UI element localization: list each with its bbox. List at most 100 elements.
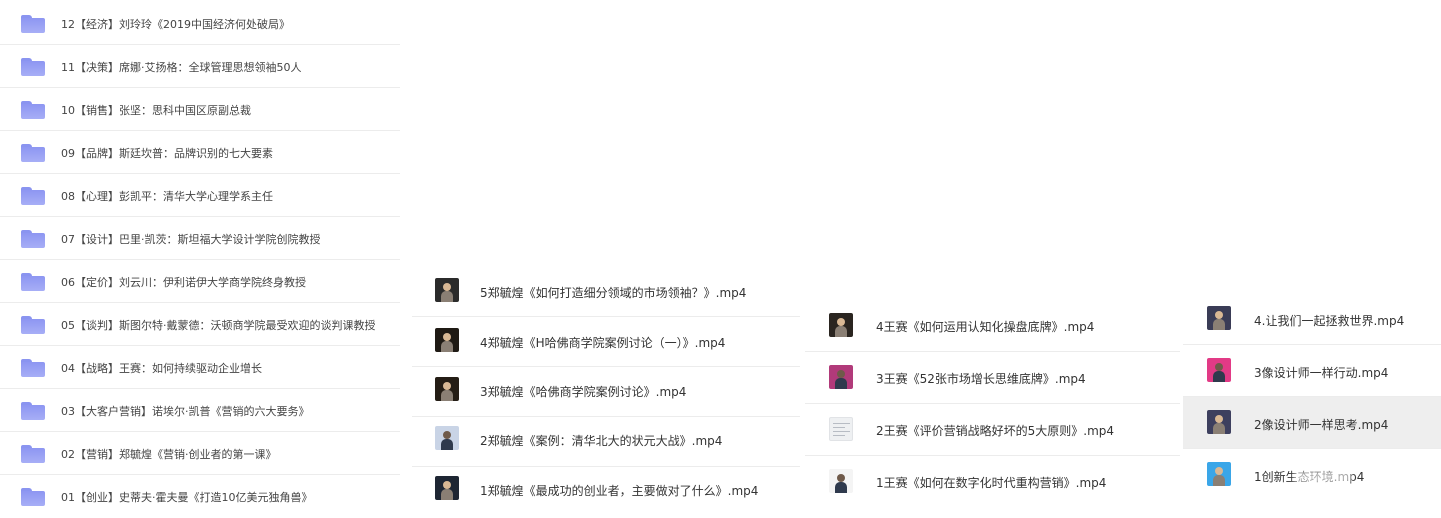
folder-label: 01【创业】史蒂夫·霍夫曼《打造10亿美元独角兽》 bbox=[61, 491, 313, 504]
video-file-item[interactable]: 3王赛《52张市场增长思维底牌》.mp4 bbox=[805, 352, 1180, 404]
file-name: 3王赛《52张市场增长思维底牌》.mp4 bbox=[876, 372, 1086, 386]
folder-icon bbox=[21, 445, 45, 463]
thumbnail-figure-head bbox=[1215, 363, 1223, 371]
file-name: 1郑毓煌《最成功的创业者，主要做对了什么》.mp4 bbox=[480, 484, 759, 498]
folder-item[interactable]: 09【品牌】斯廷坎普：品牌识别的七大要素 bbox=[0, 131, 400, 174]
thumbnail-figure-body bbox=[1213, 475, 1225, 486]
video-thumbnail-icon bbox=[829, 469, 853, 493]
thumbnail-figure-head bbox=[1215, 311, 1223, 319]
thumbnail-figure-head bbox=[1215, 467, 1223, 475]
thumbnail-figure-head bbox=[443, 333, 451, 341]
video-thumbnail-icon bbox=[435, 328, 459, 352]
folder-label: 10【销售】张坚：思科中国区原副总裁 bbox=[61, 104, 251, 117]
file-name: 3郑毓煌《哈佛商学院案例讨论》.mp4 bbox=[480, 385, 687, 399]
thumbnail-figure-head bbox=[443, 382, 451, 390]
thumbnail-figure-body bbox=[835, 378, 847, 389]
folder-icon bbox=[21, 359, 45, 377]
file-name: 1王赛《如何在数字化时代重构营销》.mp4 bbox=[876, 476, 1107, 490]
thumbnail-figure-head bbox=[837, 474, 845, 482]
video-file-item[interactable]: 4王赛《如何运用认知化操盘底牌》.mp4 bbox=[805, 300, 1180, 352]
folder-label: 06【定价】刘云川：伊利诺伊大学商学院终身教授 bbox=[61, 276, 306, 289]
folder-label: 07【设计】巴里·凯茨：斯坦福大学设计学院创院教授 bbox=[61, 233, 321, 246]
folder-item[interactable]: 10【销售】张坚：思科中国区原副总裁 bbox=[0, 88, 400, 131]
video-thumbnail-icon bbox=[1207, 358, 1231, 382]
video-thumbnail-icon bbox=[1207, 410, 1231, 434]
video-file-item[interactable]: 2王赛《评价营销战略好坏的5大原则》.mp4 bbox=[805, 404, 1180, 456]
folder-label: 03【大客户营销】诺埃尔·凯普《营销的六大要务》 bbox=[61, 405, 310, 418]
folder-item[interactable]: 01【创业】史蒂夫·霍夫曼《打造10亿美元独角兽》 bbox=[0, 475, 400, 518]
thumbnail-figure-body bbox=[1213, 319, 1225, 330]
thumbnail-figure-body bbox=[441, 439, 453, 450]
folder-item[interactable]: 12【经济】刘玲玲《2019中国经济何处破局》 bbox=[0, 2, 400, 45]
video-file-item[interactable]: 5郑毓煌《如何打造细分领域的市场领袖？》.mp4 bbox=[412, 265, 800, 317]
file-name: 3像设计师一样行动.mp4 bbox=[1254, 366, 1389, 380]
video-file-item[interactable]: 4.让我们一起拯救世界.mp4 bbox=[1183, 293, 1441, 345]
file-name: 2王赛《评价营销战略好坏的5大原则》.mp4 bbox=[876, 424, 1115, 438]
thumbnail-figure-body bbox=[1213, 371, 1225, 382]
video-thumbnail-icon bbox=[435, 426, 459, 450]
video-file-item[interactable]: 2郑毓煌《案例：清华北大的状元大战》.mp4 bbox=[412, 415, 800, 467]
thumbnail-figure-head bbox=[443, 431, 451, 439]
folder-label: 11【决策】席娜·艾扬格：全球管理思想领袖50人 bbox=[61, 61, 302, 74]
video-file-item[interactable]: 1郑毓煌《最成功的创业者，主要做对了什么》.mp4 bbox=[412, 465, 800, 517]
video-thumbnail-icon bbox=[435, 278, 459, 302]
folder-label: 04【战略】王赛：如何持续驱动企业增长 bbox=[61, 362, 262, 375]
folder-label: 12【经济】刘玲玲《2019中国经济何处破局》 bbox=[61, 18, 290, 31]
video-file-item[interactable]: 3像设计师一样行动.mp4 bbox=[1183, 345, 1441, 397]
thumbnail-figure-body bbox=[441, 291, 453, 302]
folder-item[interactable]: 06【定价】刘云川：伊利诺伊大学商学院终身教授 bbox=[0, 260, 400, 303]
file-name: 4郑毓煌《H哈佛商学院案例讨论（一）》.mp4 bbox=[480, 336, 726, 350]
thumbnail-figure-body bbox=[835, 326, 847, 337]
thumbnail-figure-body bbox=[441, 390, 453, 401]
thumbnail-figure-body bbox=[441, 341, 453, 352]
thumbnail-figure-head bbox=[837, 318, 845, 326]
video-file-item[interactable]: 3郑毓煌《哈佛商学院案例讨论》.mp4 bbox=[412, 365, 800, 417]
video-thumbnail-icon bbox=[435, 377, 459, 401]
folder-item[interactable]: 08【心理】彭凯平：清华大学心理学系主任 bbox=[0, 174, 400, 217]
folder-icon bbox=[21, 273, 45, 291]
video-thumbnail-icon bbox=[1207, 462, 1231, 486]
folder-item[interactable]: 11【决策】席娜·艾扬格：全球管理思想领袖50人 bbox=[0, 45, 400, 88]
video-file-item[interactable]: 1王赛《如何在数字化时代重构营销》.mp4 bbox=[805, 456, 1180, 508]
folder-item[interactable]: 07【设计】巴里·凯茨：斯坦福大学设计学院创院教授 bbox=[0, 217, 400, 260]
document-line bbox=[833, 435, 845, 436]
folder-icon bbox=[21, 58, 45, 76]
file-name: 2郑毓煌《案例：清华北大的状元大战》.mp4 bbox=[480, 434, 723, 448]
folder-icon bbox=[21, 488, 45, 506]
thumbnail-figure-head bbox=[443, 283, 451, 291]
folder-icon bbox=[21, 187, 45, 205]
document-thumbnail-icon bbox=[829, 417, 853, 441]
rendering-artifact bbox=[1294, 471, 1352, 483]
file-name: 2像设计师一样思考.mp4 bbox=[1254, 418, 1389, 432]
folder-icon bbox=[21, 15, 45, 33]
folder-item[interactable]: 03【大客户营销】诺埃尔·凯普《营销的六大要务》 bbox=[0, 389, 400, 432]
document-line bbox=[833, 431, 850, 432]
folder-icon bbox=[21, 230, 45, 248]
file-name: 4.让我们一起拯救世界.mp4 bbox=[1254, 314, 1405, 328]
folder-icon bbox=[21, 402, 45, 420]
video-thumbnail-icon bbox=[435, 476, 459, 500]
folder-icon bbox=[21, 144, 45, 162]
thumbnail-figure-body bbox=[441, 489, 453, 500]
video-thumbnail-icon bbox=[1207, 306, 1231, 330]
document-line bbox=[833, 423, 850, 424]
thumbnail-figure-body bbox=[1213, 423, 1225, 434]
video-thumbnail-icon bbox=[829, 313, 853, 337]
thumbnail-figure-head bbox=[443, 481, 451, 489]
folder-icon bbox=[21, 316, 45, 334]
folder-label: 08【心理】彭凯平：清华大学心理学系主任 bbox=[61, 190, 273, 203]
folder-label: 02【营销】郑毓煌《营销·创业者的第一课》 bbox=[61, 448, 277, 461]
folder-item[interactable]: 02【营销】郑毓煌《营销·创业者的第一课》 bbox=[0, 432, 400, 475]
video-file-item[interactable]: 4郑毓煌《H哈佛商学院案例讨论（一）》.mp4 bbox=[412, 315, 800, 367]
thumbnail-figure-head bbox=[837, 370, 845, 378]
thumbnail-figure-body bbox=[835, 482, 847, 493]
folder-item[interactable]: 04【战略】王赛：如何持续驱动企业增长 bbox=[0, 346, 400, 389]
video-thumbnail-icon bbox=[829, 365, 853, 389]
folder-item[interactable]: 05【谈判】斯图尔特·戴蒙德：沃顿商学院最受欢迎的谈判课教授 bbox=[0, 303, 400, 346]
video-file-item-selected[interactable]: 2像设计师一样思考.mp4 bbox=[1183, 397, 1441, 449]
thumbnail-figure-head bbox=[1215, 415, 1223, 423]
document-line bbox=[833, 427, 845, 428]
folder-label: 09【品牌】斯廷坎普：品牌识别的七大要素 bbox=[61, 147, 273, 160]
file-name: 4王赛《如何运用认知化操盘底牌》.mp4 bbox=[876, 320, 1095, 334]
folder-icon bbox=[21, 101, 45, 119]
